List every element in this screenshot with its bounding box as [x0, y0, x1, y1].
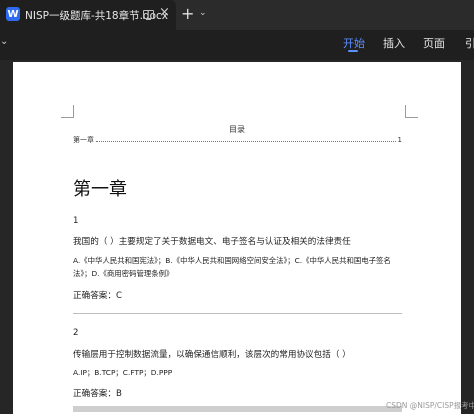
separator-line — [73, 313, 402, 314]
question-stem: 我国的（ ）主要规定了关于数据电文、电子签名与认证及相关的法律责任 — [73, 237, 351, 247]
question-options: A.IP；B.TCP；C.FTP；D.PPP — [73, 368, 173, 377]
tab-strip: W NISP一级题库-共18章节.docx × + ⌄ — [0, 0, 474, 30]
question-number: 2 — [73, 328, 79, 338]
monitor-icon[interactable] — [143, 10, 154, 20]
question-number: 1 — [73, 216, 79, 226]
new-tab-button[interactable]: + — [181, 4, 194, 23]
question-answer: 正确答案：C — [73, 291, 122, 301]
page-corner-mark — [61, 105, 74, 118]
close-icon[interactable]: × — [159, 5, 170, 20]
tab-page[interactable]: 页面 — [423, 35, 445, 51]
toc-leader-dots — [96, 135, 396, 142]
document-page[interactable]: 目录 第一章 1 第一章 1 我国的（ ）主要规定了关于数据电文、电子签名与认证… — [13, 62, 461, 414]
chevron-down-icon[interactable]: ⌄ — [199, 8, 207, 18]
wps-writer-icon: W — [6, 7, 20, 21]
toc-title: 目录 — [229, 125, 245, 134]
question-stem: 传输层用于控制数据流量，以确保通信顺利，该层次的常用协议包括（ ） — [73, 350, 351, 360]
tab-home[interactable]: 开始 — [343, 35, 365, 51]
document-tab[interactable]: W NISP一级题库-共18章节.docx × — [0, 0, 176, 30]
toc-entry-label: 第一章 — [73, 136, 94, 144]
toc-entry-page: 1 — [397, 136, 402, 144]
tab-references[interactable]: 引 — [465, 35, 474, 51]
question-options: A.《中华人民共和国宪法》；B.《中华人民共和国网络空间安全法》；C.《中华人民… — [73, 256, 391, 278]
ribbon-bar: ⌄ 开始 插入 页面 引 — [0, 30, 474, 60]
page-corner-mark — [405, 105, 418, 118]
chevron-down-icon[interactable]: ⌄ — [0, 36, 8, 47]
separator-line — [73, 406, 402, 412]
active-tab-indicator — [348, 50, 358, 52]
question-answer: 正确答案：B — [73, 389, 122, 399]
toc-entry[interactable]: 第一章 1 — [73, 135, 402, 145]
chapter-heading: 第一章 — [73, 179, 127, 200]
tab-insert[interactable]: 插入 — [383, 35, 405, 51]
watermark: CSDN @NISP/CISP报考中心 — [386, 401, 474, 410]
